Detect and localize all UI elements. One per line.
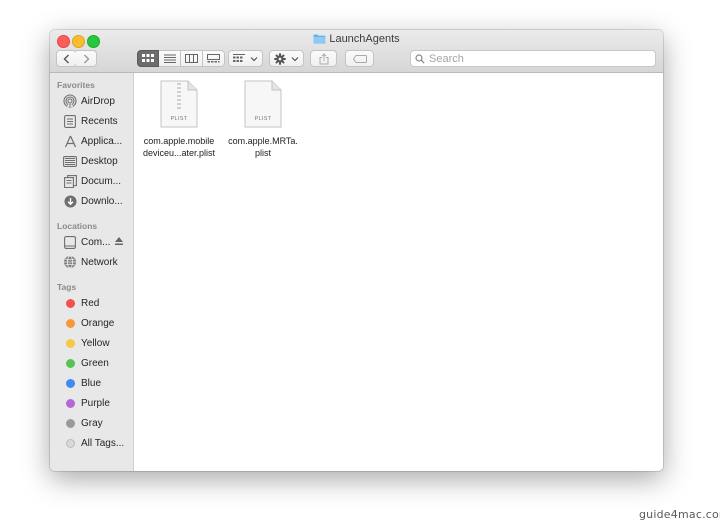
computer-icon (63, 235, 77, 249)
sidebar-item-label: Docum... (81, 175, 122, 187)
downloads-icon (63, 194, 77, 208)
sidebar-item-label: Downlo... (81, 195, 123, 207)
sidebar-item-label: Com... (81, 236, 111, 248)
list-view-button[interactable] (159, 50, 181, 67)
window-title-wrap: LaunchAgents (50, 33, 663, 45)
file-item[interactable]: PLIST com.apple.MRTa. plist (221, 80, 305, 159)
list-view-icon (163, 54, 176, 63)
network-icon (63, 255, 77, 269)
sidebar-item-label: Network (81, 256, 118, 268)
recents-icon (63, 114, 77, 128)
blue-tag-dot (66, 378, 75, 388)
sidebar-item-computer[interactable]: Com... (50, 233, 134, 251)
eject-icon[interactable] (114, 235, 124, 247)
file-item[interactable]: PLIST com.apple.mobile deviceu...ater.pl… (137, 80, 221, 159)
sidebar-item-label: Desktop (81, 155, 118, 167)
icon-view-icon (142, 54, 154, 62)
search-field[interactable]: Search (410, 50, 656, 67)
column-view-button[interactable] (181, 50, 203, 67)
sidebar-item-tag-gray[interactable]: Gray (50, 414, 134, 432)
finder-window: LaunchAgents Search Favorites AirDrop Re… (50, 30, 663, 471)
sidebar-item-label: Red (81, 297, 100, 309)
gallery-view-icon (207, 54, 220, 63)
locations-heading: Locations (57, 221, 98, 231)
sidebar-item-label: Applica... (81, 135, 123, 147)
file-browser-content: PLIST com.apple.mobile deviceu...ater.pl… (134, 73, 663, 471)
column-view-icon (185, 54, 198, 63)
plist-file-icon: PLIST (244, 80, 282, 128)
chevron-right-icon (83, 54, 89, 63)
sidebar: Favorites AirDrop Recents Applica... Des… (50, 73, 134, 471)
plist-file-icon: PLIST (160, 80, 198, 128)
action-menu-button[interactable] (269, 50, 304, 67)
tags-heading: Tags (57, 282, 77, 292)
file-name-line: com.apple.mobile (143, 136, 215, 146)
sidebar-item-airdrop[interactable]: AirDrop (50, 92, 134, 110)
sidebar-item-tag-yellow[interactable]: Yellow (50, 334, 134, 352)
share-button[interactable] (310, 50, 337, 67)
sidebar-item-label: Yellow (81, 337, 110, 349)
tag-button[interactable] (345, 50, 374, 67)
sidebar-item-label: All Tags... (81, 437, 125, 449)
gray-tag-dot (66, 418, 75, 428)
forward-button[interactable] (76, 50, 97, 67)
sidebar-item-label: AirDrop (81, 95, 115, 107)
purple-tag-dot (66, 398, 75, 408)
plist-badge: PLIST (254, 116, 272, 122)
favorites-heading: Favorites (57, 80, 95, 90)
title-bar: LaunchAgents Search (50, 30, 663, 73)
applications-icon (63, 134, 77, 148)
all-tags-dot (66, 438, 75, 448)
chevron-down-icon (291, 56, 299, 61)
sidebar-item-network[interactable]: Network (50, 253, 134, 271)
green-tag-dot (66, 358, 75, 368)
sidebar-item-label: Green (81, 357, 109, 369)
orange-tag-dot (66, 318, 75, 328)
file-name-line: plist (254, 148, 271, 158)
window-title: LaunchAgents (329, 33, 400, 45)
sidebar-item-tag-blue[interactable]: Blue (50, 374, 134, 392)
sidebar-item-recents[interactable]: Recents (50, 112, 134, 130)
view-mode-segment (137, 50, 225, 67)
file-name: com.apple.MRTa. plist (221, 135, 305, 159)
desktop-icon (63, 154, 77, 168)
sidebar-item-label: Gray (81, 417, 103, 429)
documents-icon (63, 174, 77, 188)
sidebar-item-all-tags[interactable]: All Tags... (50, 434, 134, 452)
folder-icon (313, 34, 326, 44)
file-name-line: com.apple.MRTa. (228, 136, 298, 146)
group-by-button[interactable] (228, 50, 263, 67)
sidebar-item-label: Orange (81, 317, 115, 329)
back-button[interactable] (56, 50, 77, 67)
sidebar-item-label: Blue (81, 377, 102, 389)
search-icon (415, 53, 425, 64)
sidebar-item-label: Recents (81, 115, 118, 127)
chevron-left-icon (63, 54, 69, 63)
sidebar-item-label: Purple (81, 397, 110, 409)
sidebar-item-tag-green[interactable]: Green (50, 354, 134, 372)
sidebar-item-downloads[interactable]: Downlo... (50, 192, 134, 210)
yellow-tag-dot (66, 338, 75, 348)
gallery-view-button[interactable] (203, 50, 225, 67)
airdrop-icon (63, 94, 77, 108)
share-icon (319, 52, 328, 64)
sidebar-item-tag-purple[interactable]: Purple (50, 394, 134, 412)
gear-icon (274, 52, 286, 65)
chevron-down-icon (250, 56, 258, 61)
file-name-line: deviceu...ater.plist (142, 148, 216, 158)
sidebar-item-tag-red[interactable]: Red (50, 294, 134, 312)
sidebar-item-desktop[interactable]: Desktop (50, 152, 134, 170)
group-by-icon (233, 54, 245, 62)
watermark: guide4mac.com (639, 508, 720, 521)
plist-badge: PLIST (170, 116, 188, 122)
file-name: com.apple.mobile deviceu...ater.plist (137, 135, 221, 159)
icon-view-button[interactable] (137, 50, 159, 67)
red-tag-dot (66, 298, 75, 308)
sidebar-item-tag-orange[interactable]: Orange (50, 314, 134, 332)
sidebar-item-documents[interactable]: Docum... (50, 172, 134, 190)
sidebar-item-applications[interactable]: Applica... (50, 132, 134, 150)
search-placeholder: Search (429, 52, 464, 65)
tag-icon (352, 54, 367, 63)
